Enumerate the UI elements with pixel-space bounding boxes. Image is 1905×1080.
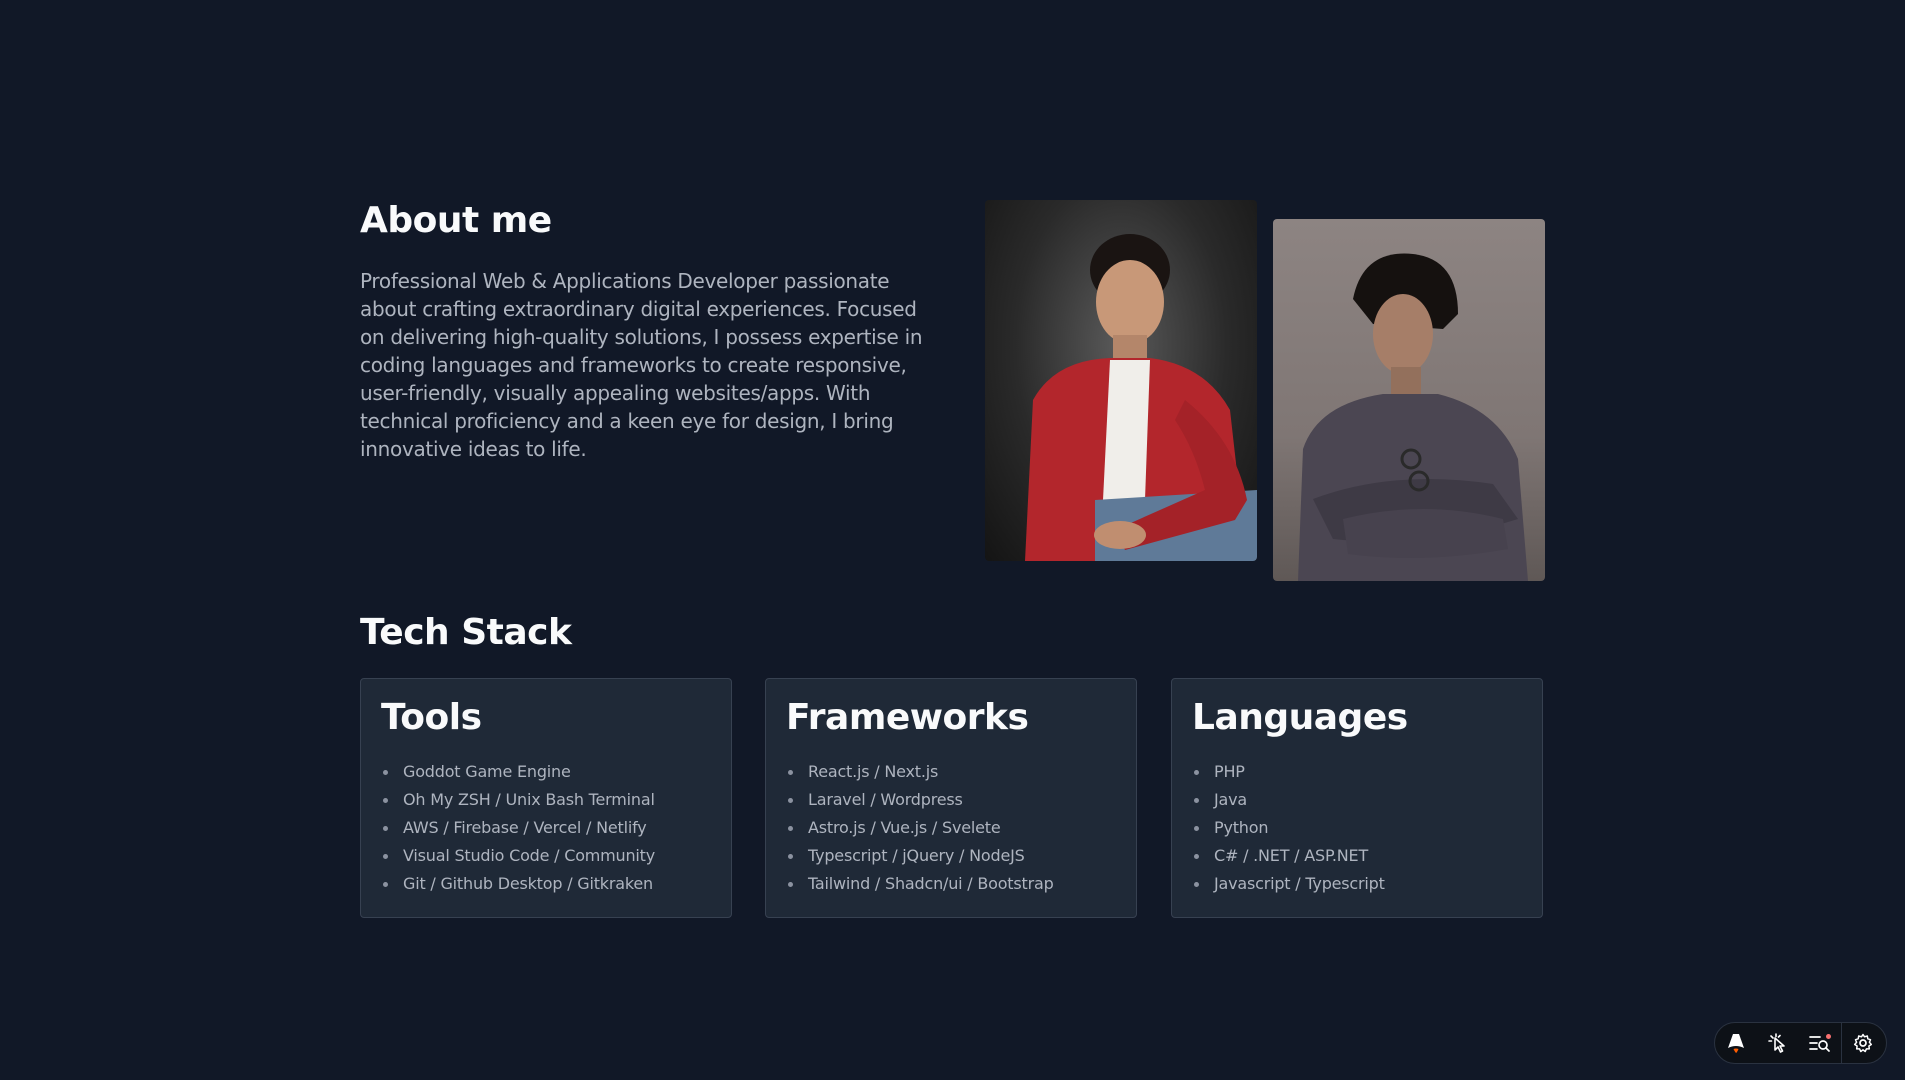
- card-title: Tools: [381, 697, 482, 738]
- audit-list-icon: [1809, 1034, 1831, 1052]
- tech-stack-title: Tech Stack: [360, 612, 572, 653]
- portrait-photo-dark-shirt: [1273, 219, 1545, 581]
- tools-card: Tools Goddot Game Engine Oh My ZSH / Uni…: [360, 678, 732, 918]
- portrait-dark-shirt-illustration: [1298, 253, 1528, 581]
- inspect-button[interactable]: [1757, 1023, 1799, 1063]
- astro-logo-icon: [1728, 1034, 1744, 1053]
- languages-list: PHP Java Python C# / .NET / ASP.NET Java…: [1192, 758, 1522, 898]
- list-item: Laravel / Wordpress: [788, 786, 1116, 814]
- list-item: Python: [1194, 814, 1522, 842]
- gear-icon: [1853, 1033, 1873, 1053]
- frameworks-list: React.js / Next.js Laravel / Wordpress A…: [786, 758, 1116, 898]
- card-title: Frameworks: [786, 697, 1029, 738]
- astro-menu-button[interactable]: [1715, 1023, 1757, 1063]
- about-description: Professional Web & Applications Develope…: [360, 269, 923, 461]
- list-item: C# / .NET / ASP.NET: [1194, 842, 1522, 870]
- list-item: Astro.js / Vue.js / Svelete: [788, 814, 1116, 842]
- settings-button[interactable]: [1842, 1023, 1884, 1063]
- portrait-red-shirt-illustration: [1025, 234, 1257, 561]
- cursor-inspect-icon: [1768, 1033, 1785, 1053]
- audit-button[interactable]: [1799, 1023, 1841, 1063]
- list-item: Tailwind / Shadcn/ui / Bootstrap: [788, 870, 1116, 898]
- list-item: React.js / Next.js: [788, 758, 1116, 786]
- list-item: Visual Studio Code / Community: [383, 842, 711, 870]
- list-item: PHP: [1194, 758, 1522, 786]
- list-item: Javascript / Typescript: [1194, 870, 1522, 898]
- list-item: Git / Github Desktop / Gitkraken: [383, 870, 711, 898]
- card-title: Languages: [1192, 697, 1408, 738]
- frameworks-card: Frameworks React.js / Next.js Laravel / …: [765, 678, 1137, 918]
- languages-card: Languages PHP Java Python C# / .NET / AS…: [1171, 678, 1543, 918]
- list-item: Typescript / jQuery / NodeJS: [788, 842, 1116, 870]
- list-item: Oh My ZSH / Unix Bash Terminal: [383, 786, 711, 814]
- list-item: Java: [1194, 786, 1522, 814]
- about-section: About me Professional Web & Applications…: [360, 200, 930, 463]
- tools-list: Goddot Game Engine Oh My ZSH / Unix Bash…: [381, 758, 711, 898]
- list-item: AWS / Firebase / Vercel / Netlify: [383, 814, 711, 842]
- list-item: Goddot Game Engine: [383, 758, 711, 786]
- portrait-photo-red-shirt: [985, 200, 1257, 561]
- about-title: About me: [360, 200, 552, 241]
- dev-toolbar: [1714, 1022, 1887, 1064]
